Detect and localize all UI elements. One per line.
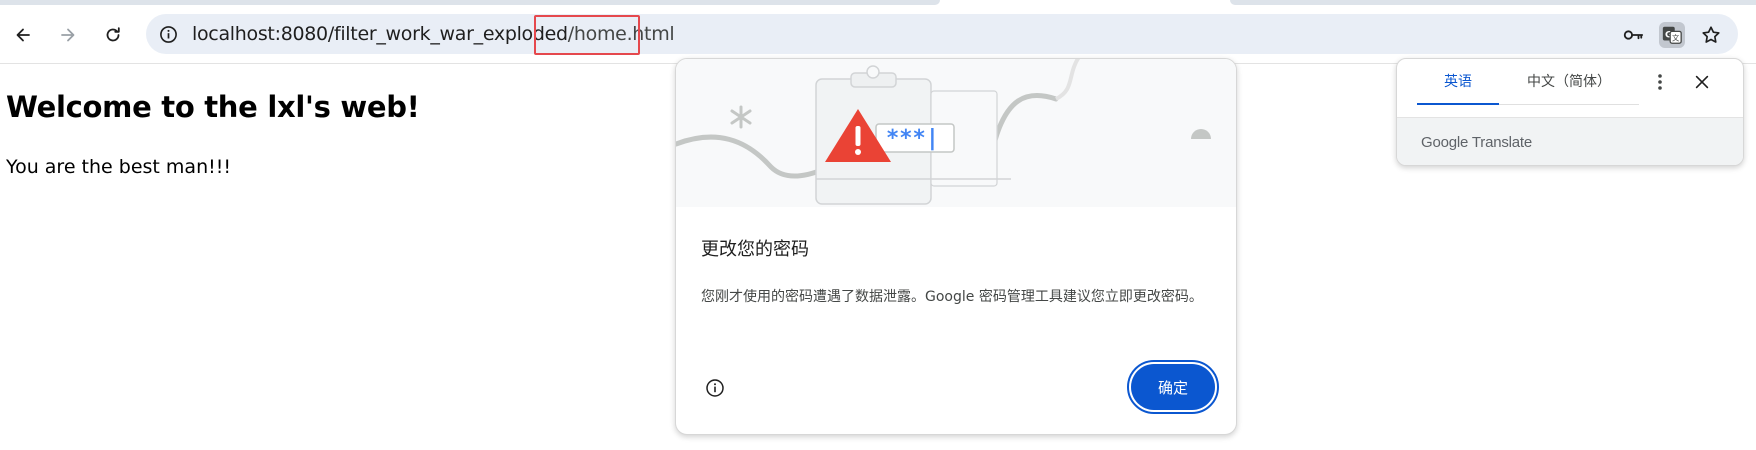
back-button[interactable] xyxy=(7,19,39,51)
address-bar[interactable]: localhost:8080/filter_work_war_exploded/… xyxy=(146,14,1738,54)
browser-tab[interactable] xyxy=(1230,0,1756,5)
dialog-title: 更改您的密码 xyxy=(701,239,809,260)
browser-toolbar: localhost:8080/filter_work_war_exploded/… xyxy=(0,6,1756,64)
svg-text:文: 文 xyxy=(1672,34,1680,43)
key-icon xyxy=(1623,30,1644,40)
password-illustration: ***| xyxy=(676,59,1236,207)
tab-target-language[interactable]: 中文（简体） xyxy=(1499,59,1639,105)
url-path-highlight-annotation xyxy=(534,15,640,55)
translate-button[interactable]: G文 xyxy=(1659,22,1685,48)
bookmark-button[interactable] xyxy=(1698,22,1724,48)
google-translate-brand: Google Translate xyxy=(1421,134,1533,151)
tab-source-language[interactable]: 英语 xyxy=(1417,59,1499,105)
password-breach-dialog: ***| 更改您的密码 您刚才使用的密码遭遇了数据泄露。Google 密码管理工… xyxy=(675,58,1237,435)
translate-options-button[interactable] xyxy=(1649,71,1671,93)
ok-button[interactable]: 确定 xyxy=(1131,364,1215,410)
password-manager-button[interactable] xyxy=(1620,22,1646,48)
page-paragraph: You are the best man!!! xyxy=(6,156,231,178)
arrow-right-icon xyxy=(61,28,75,42)
info-icon xyxy=(706,379,724,397)
site-info-button[interactable] xyxy=(156,22,180,46)
translate-icon: G文 xyxy=(1662,26,1682,44)
close-icon xyxy=(1695,75,1709,89)
learn-more-button[interactable] xyxy=(704,377,726,399)
url-host: localhost:8080/filter_work_war_exploded xyxy=(192,23,568,45)
reload-icon xyxy=(106,27,120,42)
more-vert-icon xyxy=(1658,74,1662,90)
page-title: Welcome to the lxl's web! xyxy=(6,90,420,124)
masked-password-text: ***| xyxy=(886,126,939,151)
arrow-left-icon xyxy=(16,28,30,42)
translate-footer: Google Translate xyxy=(1397,117,1743,165)
translate-close-button[interactable] xyxy=(1691,71,1713,93)
reload-button[interactable] xyxy=(97,19,129,51)
dialog-message: 您刚才使用的密码遭遇了数据泄露。Google 密码管理工具建议您立即更改密码。 xyxy=(701,289,1203,305)
browser-tab[interactable] xyxy=(0,0,940,5)
forward-button[interactable] xyxy=(52,19,84,51)
info-icon xyxy=(159,25,177,43)
translate-bubble: 英语 中文（简体） Google Translate xyxy=(1396,58,1744,166)
star-icon xyxy=(1702,26,1720,43)
